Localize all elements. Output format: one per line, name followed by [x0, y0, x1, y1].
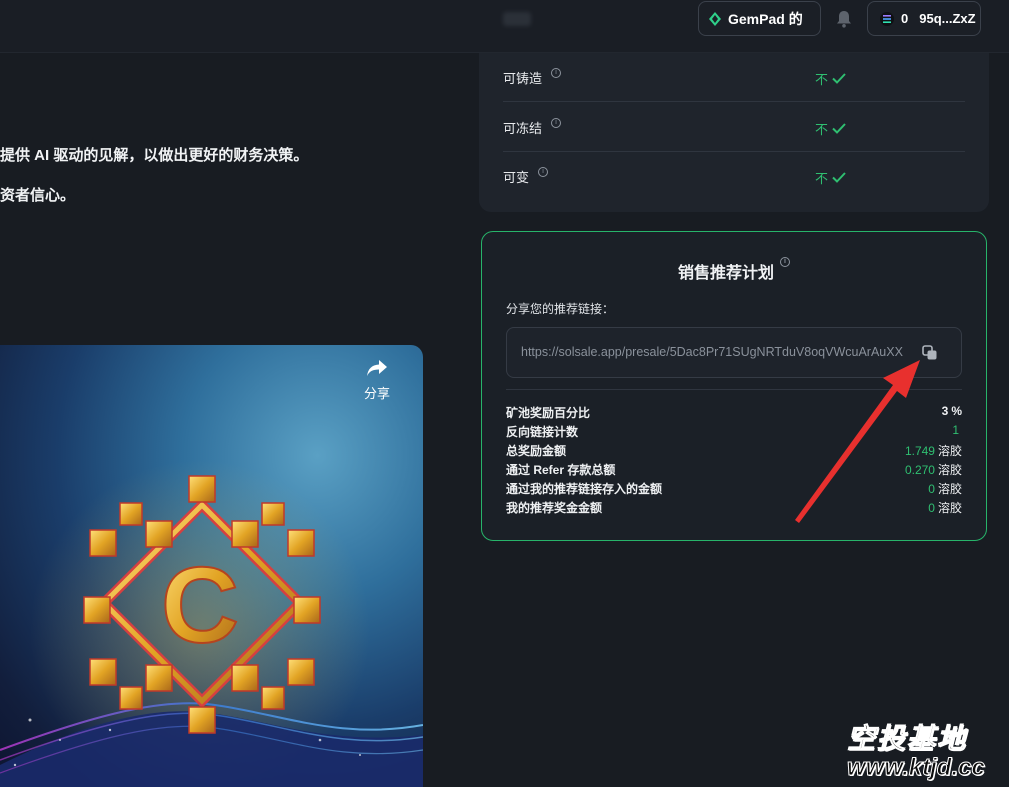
stat-value: 3% — [941, 404, 962, 418]
gempad-label: GemPad 的 — [728, 10, 803, 27]
blurred-nav-item — [503, 12, 531, 26]
share-label: 分享 — [363, 386, 390, 401]
stat-label: 反向链接计数 — [506, 425, 579, 439]
attribute-label: 可冻结 i — [503, 118, 562, 137]
attribute-row-mintable: 可铸造 i 不 — [503, 53, 965, 102]
referral-share-prompt: 分享您的推荐链接： — [506, 302, 615, 316]
stat-label: 通过 Refer 存款总额 — [506, 463, 616, 477]
stat-value: 1.749 溶胶 — [904, 444, 962, 458]
solana-icon — [880, 11, 894, 26]
share-icon — [367, 360, 387, 376]
info-icon[interactable]: i — [551, 118, 562, 128]
stat-value: 0.270 溶胶 — [904, 463, 962, 477]
stat-pool-reward-percent: 矿池奖励百分比 3% — [506, 402, 962, 421]
bell-icon — [837, 11, 851, 28]
wallet-address: 95q...ZxZ — [919, 11, 976, 26]
watermark: 空投基地 www.ktjd.cc — [847, 723, 1007, 782]
stat-my-link-deposit: 通过我的推荐链接存入的金额 0 溶胶 — [506, 478, 962, 497]
project-description-line2: 资者信心。 — [0, 187, 76, 204]
check-icon — [832, 123, 846, 134]
gem-icon — [709, 11, 721, 26]
info-icon[interactable]: i — [780, 257, 790, 267]
wallet-button[interactable]: 0 95q...ZxZ — [867, 1, 981, 36]
stat-label: 矿池奖励百分比 — [506, 406, 591, 420]
stat-total-reward: 总奖励金额 1.749 溶胶 — [506, 440, 962, 459]
top-bar: GemPad 的 0 95q...ZxZ — [0, 0, 1009, 53]
referral-link-field[interactable]: https://solsale.app/presale/5Dac8Pr71SUg… — [506, 327, 962, 378]
project-video-card[interactable]: C 分享 — [0, 345, 423, 787]
token-attributes-card: 可铸造 i 不 可冻结 i 不 可变 i 不 — [479, 53, 989, 212]
copy-icon[interactable] — [921, 344, 939, 362]
attribute-label: 可铸造 i — [503, 68, 562, 87]
gempad-button[interactable]: GemPad 的 — [698, 1, 821, 36]
stat-refer-deposit-total: 通过 Refer 存款总额 0.270 溶胶 — [506, 459, 962, 478]
stat-label: 我的推荐奖金金额 — [506, 501, 603, 515]
share-button[interactable]: 分享 — [360, 359, 394, 402]
wallet-balance: 0 — [901, 11, 909, 26]
referral-program-card: 销售推荐计划i 分享您的推荐链接： https://solsale.app/pr… — [481, 231, 987, 541]
notification-button[interactable] — [833, 8, 855, 30]
coin-artwork: C — [0, 460, 423, 787]
divider — [506, 389, 962, 390]
check-icon — [832, 172, 846, 183]
watermark-url: www.ktjd.cc — [847, 754, 986, 782]
stat-label: 总奖励金额 — [506, 444, 567, 458]
attribute-value: 不 — [815, 69, 846, 88]
attribute-value: 不 — [815, 119, 846, 138]
check-icon — [832, 73, 846, 84]
stat-value: 0 溶胶 — [928, 501, 962, 515]
project-description-line1: 提供 AI 驱动的见解，以做出更好的财务决策。 — [0, 147, 309, 164]
stat-label: 通过我的推荐链接存入的金额 — [506, 482, 663, 496]
referral-link-text[interactable]: https://solsale.app/presale/5Dac8Pr71SUg… — [521, 345, 905, 359]
attribute-value: 不 — [815, 168, 846, 187]
stat-value: 0 溶胶 — [928, 482, 962, 496]
stat-my-referral-bonus: 我的推荐奖金金额 0 溶胶 — [506, 497, 962, 516]
info-icon[interactable]: i — [551, 68, 562, 78]
referral-title: 销售推荐计划i — [482, 257, 986, 283]
attribute-row-mutable: 可变 i 不 — [503, 152, 965, 201]
attribute-row-freezable: 可冻结 i 不 — [503, 103, 965, 152]
attribute-label: 可变 i — [503, 167, 549, 186]
svg-text:C: C — [161, 544, 239, 665]
watermark-text: 空投基地 — [847, 723, 968, 754]
stat-value: 1 — [952, 423, 959, 437]
stat-backlink-count: 反向链接计数 1 — [506, 421, 962, 440]
info-icon[interactable]: i — [538, 167, 549, 177]
